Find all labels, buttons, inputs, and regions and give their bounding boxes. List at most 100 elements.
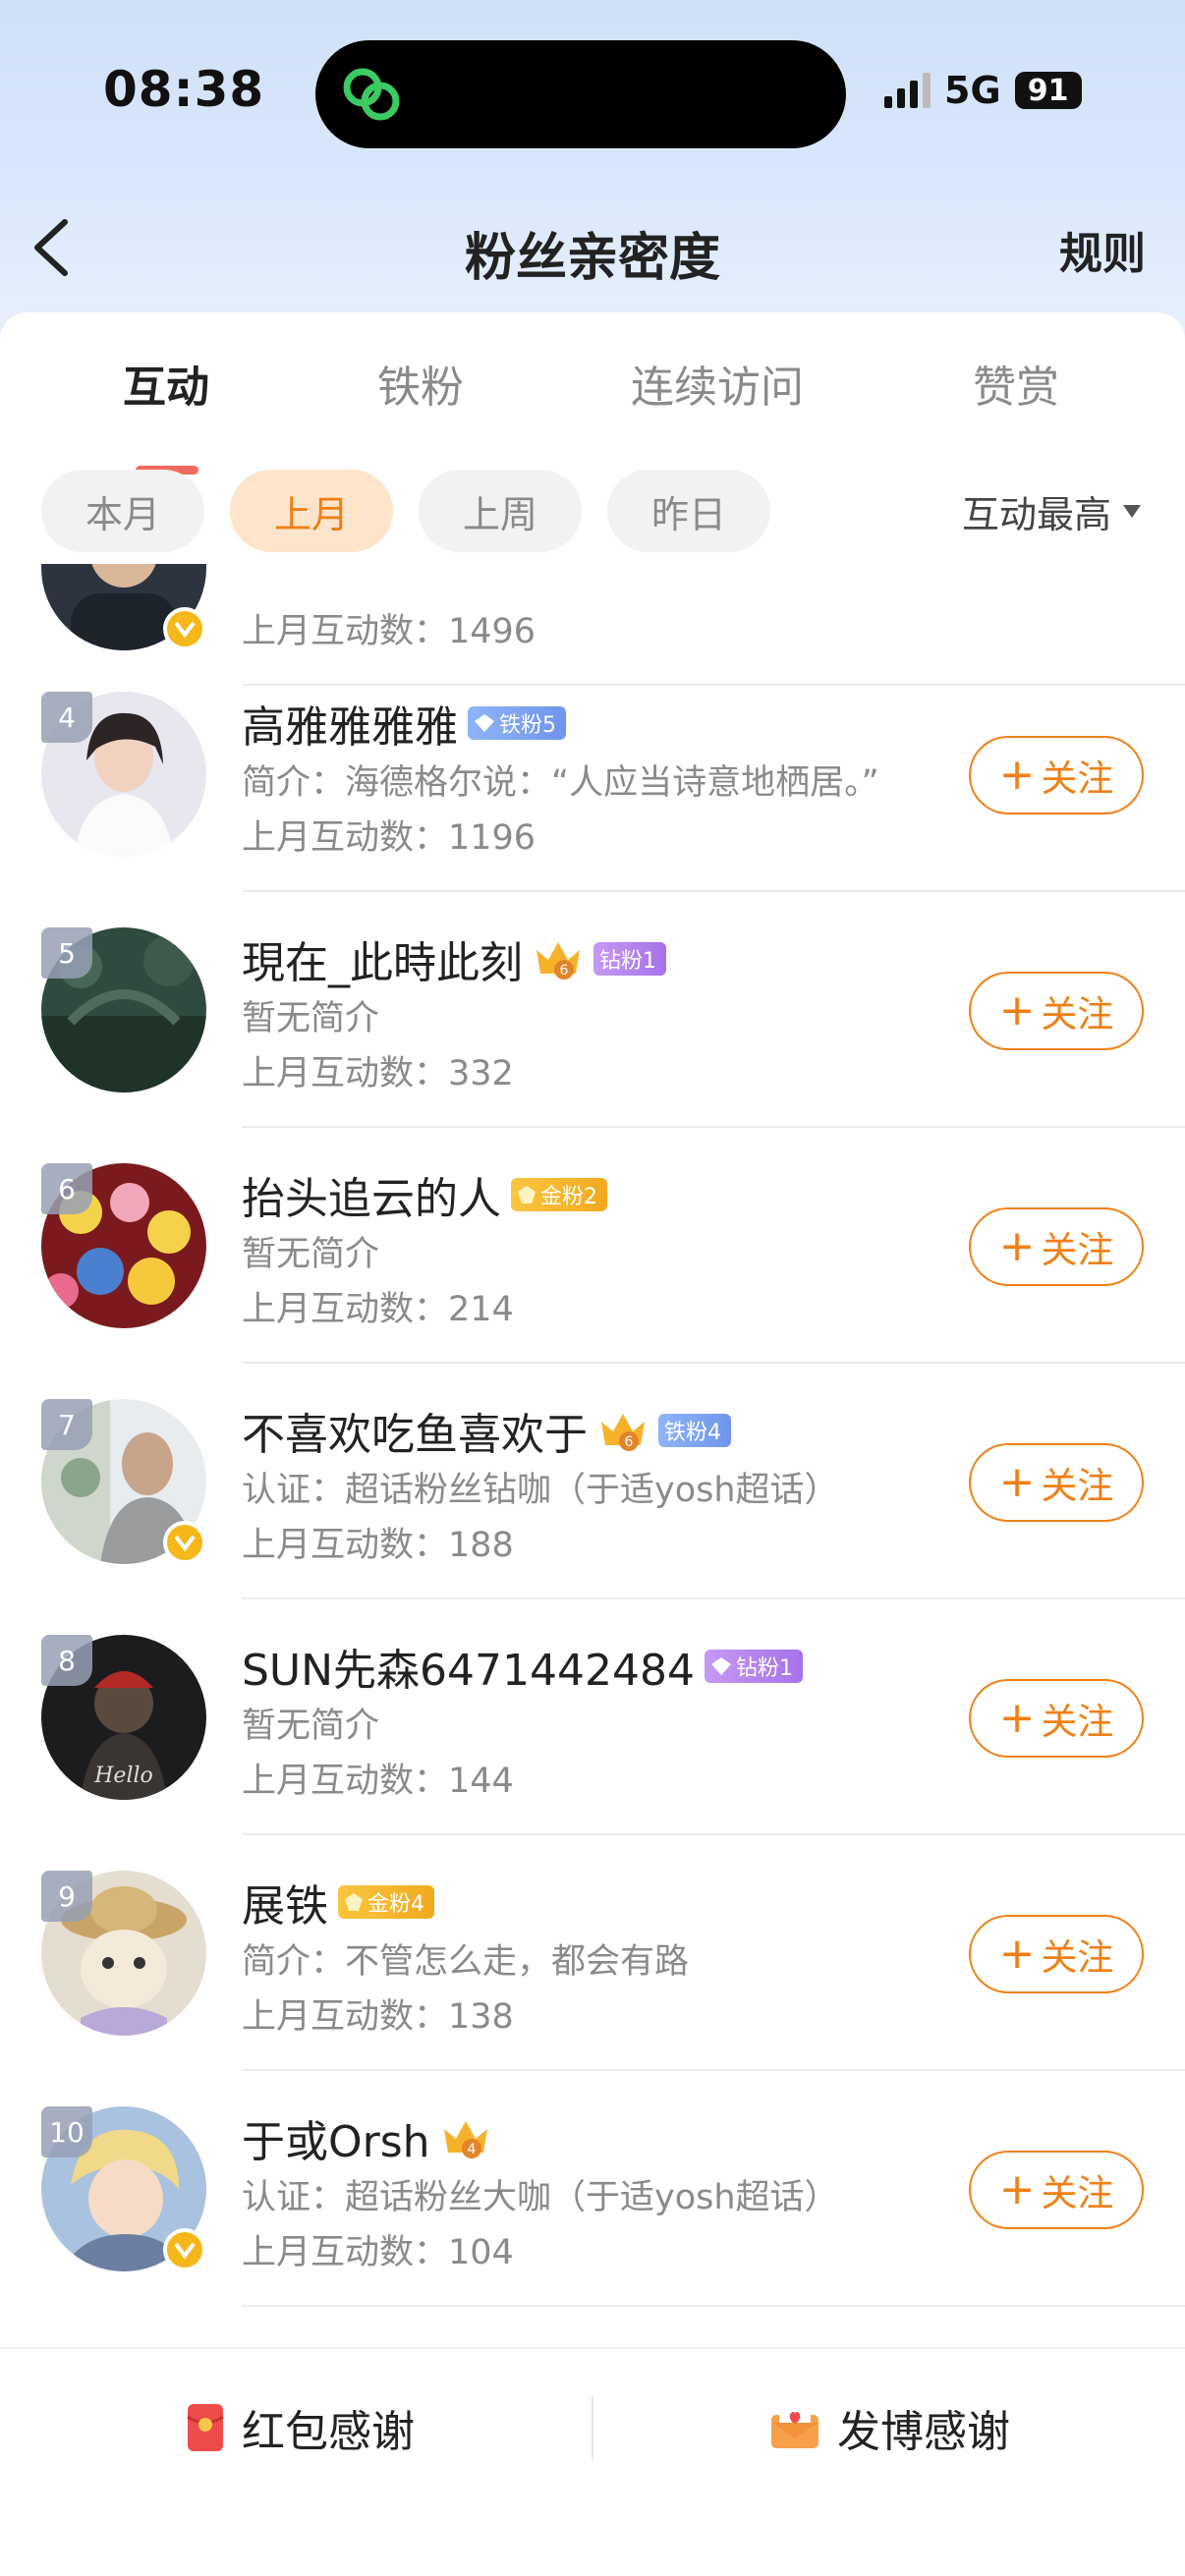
gem-icon <box>345 1893 363 1911</box>
interaction-count: 上月互动数：214 <box>242 1290 514 1329</box>
list-item[interactable]: 7 不喜欢吃鱼喜欢于 6 铁粉4 认证：超话粉丝钻咖（于适yosh超话） 上月互… <box>0 1364 1185 1599</box>
plus-icon: + <box>998 1457 1036 1507</box>
fan-intro: 简介：海德格尔说：“人应当诗意地栖居。” <box>242 763 879 803</box>
fan-name-row: 展铁 金粉4 <box>242 1871 434 1933</box>
sort-dropdown[interactable]: 互动最高 <box>962 470 1141 552</box>
fan-name-row: 現在_此時此刻 6 钻粉1 <box>242 927 666 990</box>
svg-text:Hello: Hello <box>93 1764 153 1788</box>
bottom-action-bar: 红包感谢 发博感谢 <box>0 2347 1185 2576</box>
follow-label: 关注 <box>1041 757 1114 800</box>
fan-name[interactable]: 高雅雅雅雅 <box>242 692 458 755</box>
caret-down-icon <box>1123 504 1141 518</box>
list-item[interactable]: 4 高雅雅雅雅 铁粉5 简介：海德格尔说：“人应当诗意地栖居。” 上月互动数：1… <box>0 656 1185 892</box>
fan-name[interactable]: SUN先森6471442484 <box>242 1635 695 1698</box>
fan-intro: 暂无简介 <box>242 1235 380 1274</box>
status-time: 08:38 <box>103 61 265 118</box>
filter-this-month[interactable]: 本月 <box>41 470 204 552</box>
diamond-fan-badge: 钻粉1 <box>705 1650 803 1683</box>
fan-name-row: 不喜欢吃鱼喜欢于 6 铁粉4 <box>242 1399 731 1462</box>
list-item[interactable]: 5 現在_此時此刻 6 钻粉1 暂无简介 上月互动数：332 + 关注 <box>0 892 1185 1128</box>
red-packet-thanks-label: 红包感谢 <box>242 2407 415 2457</box>
red-packet-thanks-button[interactable]: 红包感谢 <box>187 2349 415 2506</box>
interaction-count: 上月互动数：144 <box>242 1762 514 1801</box>
network-type: 5G <box>944 69 1001 112</box>
crown-icon: 4 <box>443 2121 487 2158</box>
svg-text:6: 6 <box>560 963 569 979</box>
post-thanks-label: 发博感谢 <box>837 2407 1010 2457</box>
interaction-count: 上月互动数：332 <box>242 1054 514 1093</box>
fan-name-row: 高雅雅雅雅 铁粉5 <box>242 692 566 755</box>
plus-icon: + <box>998 750 1036 800</box>
follow-label: 关注 <box>1041 993 1114 1036</box>
app-link-icon <box>343 68 400 121</box>
list-item[interactable]: Hello 8 SUN先森6471442484 钻粉1 暂无简介 上月互动数：1… <box>0 1599 1185 1835</box>
verified-icon <box>163 1521 206 1564</box>
svg-text:6: 6 <box>625 1434 634 1450</box>
badge-label: 铁粉4 <box>664 1421 721 1445</box>
divider <box>242 2305 1185 2307</box>
fan-name-row: 于或Orsh 4 <box>242 2106 491 2169</box>
rank-badge: 4 <box>41 692 92 743</box>
fan-name[interactable]: 于或Orsh <box>242 2106 430 2169</box>
tab-consecutive-visits[interactable]: 连续访问 <box>631 352 804 415</box>
follow-label: 关注 <box>1041 1701 1114 1743</box>
follow-label: 关注 <box>1041 1936 1114 1979</box>
badge-label: 金粉2 <box>540 1185 597 1209</box>
list-item[interactable]: 9 展铁 金粉4 简介：不管怎么走，都会有路 上月互动数：138 + 关注 <box>0 1835 1185 2071</box>
tab-iron-fans[interactable]: 铁粉 <box>377 352 464 415</box>
tab-interaction[interactable]: 互动 <box>123 352 209 415</box>
fan-name[interactable]: 抬头追云的人 <box>242 1163 501 1226</box>
crown-icon: 6 <box>536 942 580 980</box>
filter-last-week[interactable]: 上周 <box>419 470 582 552</box>
svg-text:4: 4 <box>467 2142 476 2157</box>
plus-icon: + <box>998 1693 1036 1743</box>
interaction-count: 上月互动数：104 <box>242 2233 514 2272</box>
gold-fan-badge: 金粉4 <box>338 1885 434 1919</box>
tab-rewards[interactable]: 赞赏 <box>973 352 1059 415</box>
list-item[interactable]: 6 抬头追云的人 金粉2 暂无简介 上月互动数：214 + 关注 <box>0 1128 1185 1364</box>
bottom-divider <box>592 2396 593 2459</box>
plus-icon: + <box>998 985 1036 1036</box>
fan-name[interactable]: 不喜欢吃鱼喜欢于 <box>242 1399 588 1462</box>
dynamic-island <box>315 40 846 148</box>
diamond-icon <box>711 1657 731 1675</box>
fan-name[interactable]: 現在_此時此刻 <box>242 927 523 990</box>
follow-button[interactable]: + 关注 <box>969 1915 1144 1993</box>
iron-fan-badge: 铁粉5 <box>468 706 566 740</box>
follow-button[interactable]: + 关注 <box>969 736 1144 814</box>
diamond-fan-badge: 钻粉1 <box>593 942 666 976</box>
verified-icon <box>163 607 206 650</box>
fan-name-row: SUN先森6471442484 钻粉1 <box>242 1635 803 1698</box>
list-item[interactable]: 10 于或Orsh 4 认证：超话粉丝大咖（于适yosh超话） 上月互动数：10… <box>0 2071 1185 2307</box>
badge-label: 铁粉5 <box>499 713 556 738</box>
fan-name[interactable]: 展铁 <box>242 1871 328 1933</box>
follow-label: 关注 <box>1041 1229 1114 1271</box>
rank-badge: 10 <box>41 2106 92 2157</box>
follow-button[interactable]: + 关注 <box>969 1443 1144 1522</box>
gem-icon <box>518 1186 536 1204</box>
follow-button[interactable]: + 关注 <box>969 1207 1144 1286</box>
period-filters: 本月 上月 上周 昨日 互动最高 <box>0 470 1185 554</box>
follow-button[interactable]: + 关注 <box>969 1679 1144 1758</box>
crown-icon: 6 <box>601 1414 645 1451</box>
rank-badge: 8 <box>41 1635 92 1686</box>
filter-last-month[interactable]: 上月 <box>230 470 393 552</box>
battery-icon: 91 <box>1014 72 1082 109</box>
badge-label: 金粉4 <box>367 1892 424 1917</box>
rank-badge: 7 <box>41 1399 92 1450</box>
plus-icon: + <box>998 1221 1036 1271</box>
interaction-count: 上月互动数：1196 <box>242 818 536 858</box>
badge-label: 钻粉1 <box>736 1656 793 1681</box>
fan-intro: 认证：超话粉丝大咖（于适yosh超话） <box>242 2178 839 2217</box>
fan-intro: 暂无简介 <box>242 999 380 1038</box>
filter-yesterday[interactable]: 昨日 <box>607 470 770 552</box>
follow-label: 关注 <box>1041 1465 1114 1507</box>
fan-intro: 认证：超话粉丝钻咖（于适yosh超话） <box>242 1471 839 1510</box>
post-thanks-button[interactable]: 发博感谢 <box>770 2349 1010 2506</box>
follow-button[interactable]: + 关注 <box>969 972 1144 1050</box>
page-title: 粉丝亲密度 <box>464 229 720 288</box>
rules-link[interactable]: 规则 <box>1059 218 1146 281</box>
follow-button[interactable]: + 关注 <box>969 2151 1144 2229</box>
badge-label: 钻粉1 <box>599 949 656 974</box>
fan-list[interactable]: 上月互动数：1496 4 高雅雅雅雅 铁粉5 简介：海德格尔说：“人应当诗意地栖… <box>0 564 1185 2347</box>
